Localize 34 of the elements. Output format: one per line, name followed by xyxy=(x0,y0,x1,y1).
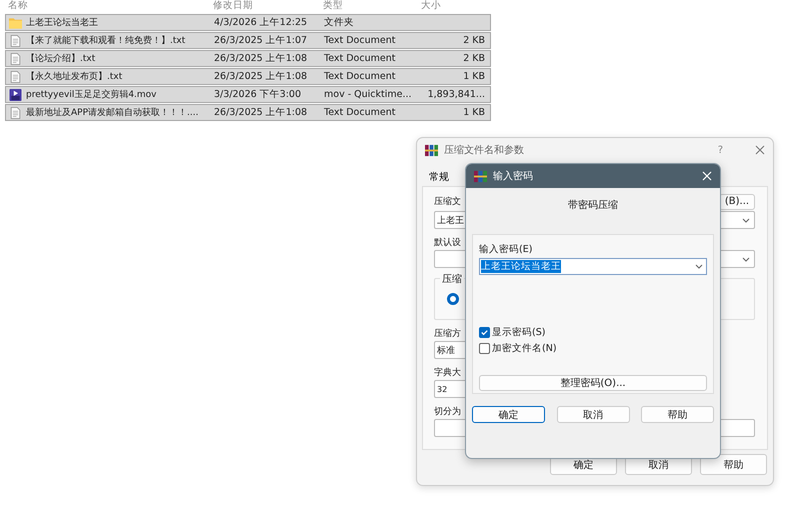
file-size: 2 KB xyxy=(463,35,485,46)
file-name: 【论坛介绍】.txt xyxy=(26,52,96,65)
modified-date: 4/3/2026 上午12:25 xyxy=(213,16,308,29)
file-size: 1 KB xyxy=(463,107,485,118)
file-name: prettyyevil玉足足交剪辑4.mov xyxy=(26,88,157,101)
file-type: Text Document xyxy=(323,71,396,82)
file-type: Text Document xyxy=(323,107,396,118)
field-label: 输入密码(E) xyxy=(479,243,534,256)
file-type: Text Document xyxy=(323,53,396,64)
modified-date: 26/3/2025 上午1:07 xyxy=(213,34,308,47)
dialog-heading: 带密码压缩 xyxy=(567,198,619,213)
window-title: 压缩文件名和参数 xyxy=(444,144,525,157)
field-label: 压缩文 xyxy=(434,196,461,208)
file-size: 2 KB xyxy=(463,53,485,64)
field-label: 默认设 xyxy=(434,236,461,249)
field-label: 压缩方 xyxy=(434,328,461,340)
window-title: 输入密码 xyxy=(493,170,534,183)
modified-date: 3/3/2026 下午3:00 xyxy=(213,88,302,101)
group-label: 压缩 xyxy=(440,272,464,286)
file-name: 【永久地址发布页】.txt xyxy=(26,70,122,83)
file-name: 【来了就能下载和观看！纯免费！】.txt xyxy=(26,34,186,47)
modified-date: 26/3/2025 上午1:08 xyxy=(213,70,308,83)
file-name: 上老王论坛当老王 xyxy=(26,16,98,29)
file-name: 最新地址及APP请发邮箱自动获取！！！.... xyxy=(26,106,198,119)
modified-date: 26/3/2025 上午1:08 xyxy=(213,52,308,65)
file-size: 1,893,841... xyxy=(428,89,485,100)
file-type: mov - Quicktime... xyxy=(323,89,413,100)
modified-date: 26/3/2025 上午1:08 xyxy=(213,106,308,119)
password-text: 上老王论坛当老王 xyxy=(481,260,561,273)
file-type: 文件夹 xyxy=(323,16,355,29)
file-type: Text Document xyxy=(323,35,396,46)
file-size: 1 KB xyxy=(463,71,485,82)
field-label: 字典大 xyxy=(434,366,461,379)
field-label: 切分为 xyxy=(434,406,461,418)
